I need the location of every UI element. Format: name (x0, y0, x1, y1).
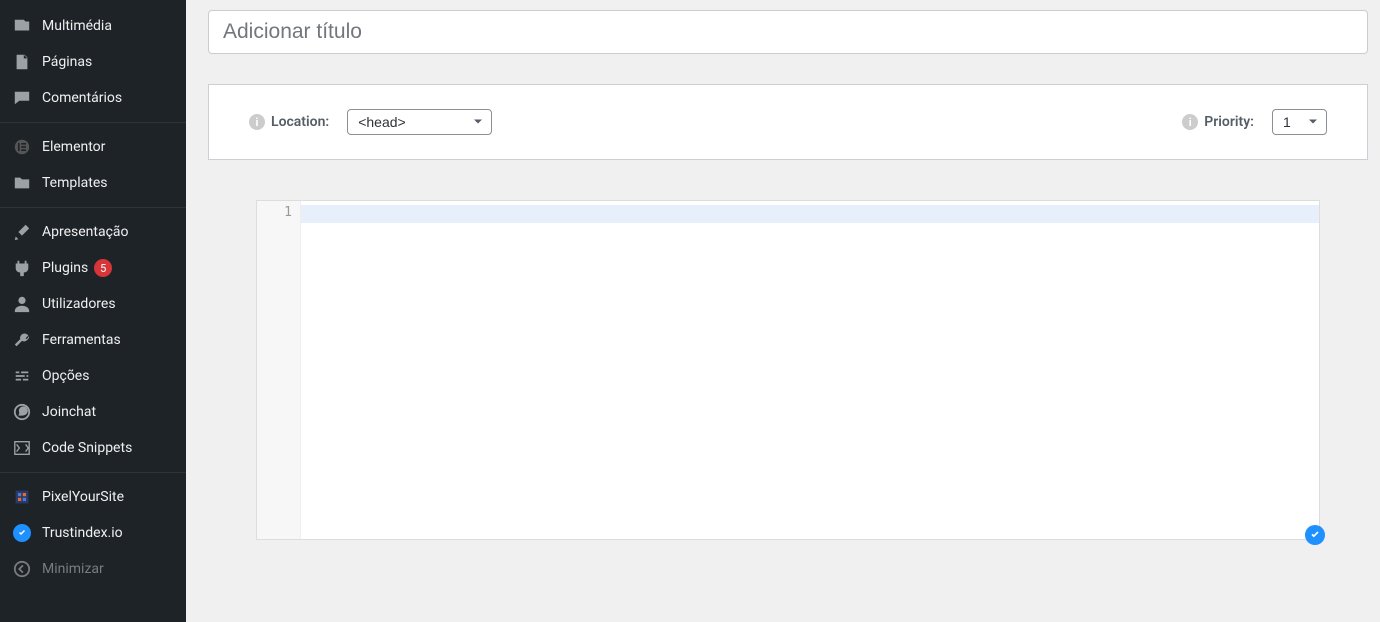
sidebar-item-label: Ferramentas (42, 332, 121, 348)
separator (0, 472, 186, 473)
sidebar-item-label: PixelYourSite (42, 489, 124, 505)
brush-icon (12, 222, 32, 242)
sidebar-item-label: Utilizadores (42, 296, 116, 312)
trustindex-icon (12, 523, 32, 543)
separator (0, 207, 186, 208)
plugin-icon (12, 258, 32, 278)
priority-label: i Priority: (1182, 114, 1254, 130)
collapse-icon (12, 559, 32, 579)
sidebar-item-label: Plugins (42, 260, 88, 276)
folder-icon (12, 173, 32, 193)
sidebar-item-label: Code Snippets (42, 440, 132, 456)
location-select-wrap: <head> (347, 109, 492, 135)
active-line-highlight (301, 205, 1319, 223)
sidebar-item-label-wrap: Plugins 5 (42, 259, 112, 277)
sidebar-item-templates[interactable]: Templates (0, 165, 186, 201)
sidebar-item-pixelyoursite[interactable]: PixelYourSite (0, 479, 186, 515)
line-number: 1 (257, 205, 292, 220)
sidebar-item-label: Joinchat (42, 404, 96, 420)
priority-group: i Priority: 1 (1182, 109, 1327, 135)
sidebar-item-label: Trustindex.io (42, 525, 123, 541)
whatsapp-icon (12, 402, 32, 422)
sliders-icon (12, 366, 32, 386)
sidebar-item-label: Elementor (42, 139, 105, 155)
wrench-icon (12, 330, 32, 350)
sidebar-item-label: Multimédia (42, 18, 112, 34)
location-select[interactable]: <head> (347, 109, 492, 135)
separator (0, 122, 186, 123)
sidebar-item-label: Páginas (42, 54, 92, 70)
main-content: i Location: <head> i Priority: 1 (186, 0, 1380, 622)
comment-icon (12, 88, 32, 108)
settings-panel: i Location: <head> i Priority: 1 (208, 84, 1368, 160)
sidebar-item-pages[interactable]: Páginas (0, 44, 186, 80)
sidebar-item-code-snippets[interactable]: Code Snippets (0, 430, 186, 466)
priority-select-wrap: 1 (1272, 109, 1327, 135)
info-icon: i (1182, 114, 1198, 130)
location-group: i Location: <head> (249, 109, 492, 135)
sidebar-item-tools[interactable]: Ferramentas (0, 322, 186, 358)
admin-sidebar: Multimédia Páginas Comentários Elementor… (0, 0, 186, 622)
priority-select[interactable]: 1 (1272, 109, 1327, 135)
sidebar-item-settings[interactable]: Opções (0, 358, 186, 394)
pys-icon (12, 487, 32, 507)
sidebar-item-media[interactable]: Multimédia (0, 8, 186, 44)
elementor-icon (12, 137, 32, 157)
code-area[interactable] (301, 201, 1319, 539)
line-gutter: 1 (257, 201, 301, 539)
update-badge: 5 (94, 259, 112, 277)
page-icon (12, 52, 32, 72)
sidebar-item-label: Comentários (42, 90, 122, 106)
sidebar-item-trustindex[interactable]: Trustindex.io (0, 515, 186, 551)
sidebar-item-label: Templates (42, 175, 108, 191)
sidebar-item-users[interactable]: Utilizadores (0, 286, 186, 322)
sidebar-item-collapse[interactable]: Minimizar (0, 551, 186, 587)
sidebar-item-label: Opções (42, 368, 89, 384)
location-label: i Location: (249, 114, 329, 130)
sidebar-item-plugins[interactable]: Plugins 5 (0, 250, 186, 286)
media-icon (12, 16, 32, 36)
sidebar-item-label: Apresentação (42, 224, 129, 240)
title-input[interactable] (208, 10, 1368, 54)
check-badge-icon (1305, 525, 1325, 545)
info-icon: i (249, 114, 265, 130)
sidebar-item-label: Minimizar (42, 561, 104, 577)
sidebar-item-elementor[interactable]: Elementor (0, 129, 186, 165)
code-icon (12, 438, 32, 458)
sidebar-item-joinchat[interactable]: Joinchat (0, 394, 186, 430)
code-editor[interactable]: 1 (256, 200, 1320, 540)
sidebar-item-appearance[interactable]: Apresentação (0, 214, 186, 250)
user-icon (12, 294, 32, 314)
sidebar-item-comments[interactable]: Comentários (0, 80, 186, 116)
